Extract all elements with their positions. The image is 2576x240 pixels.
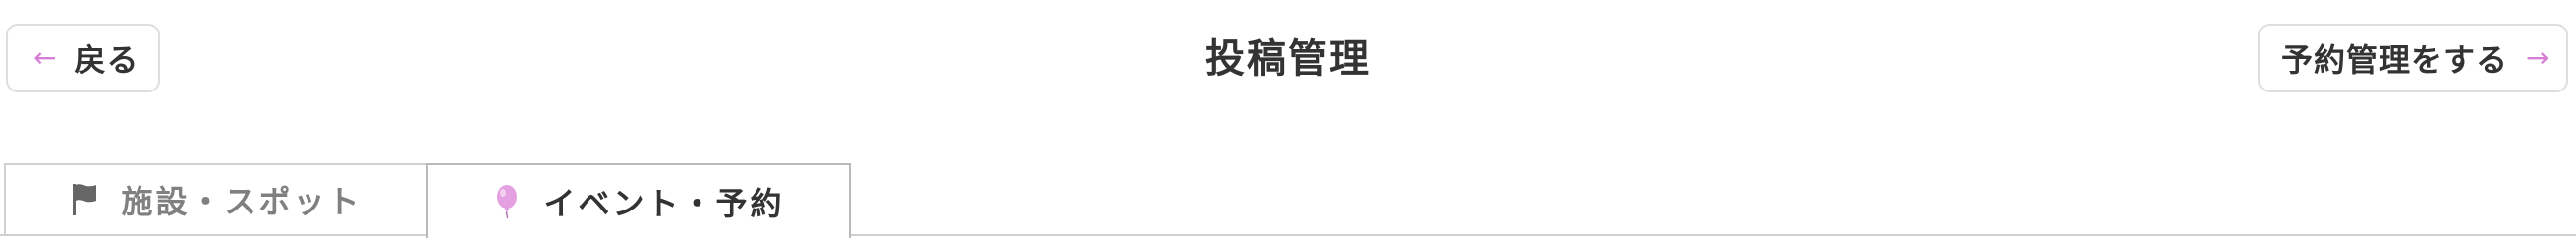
reservation-management-button[interactable]: 予約管理をする → bbox=[2258, 24, 2568, 92]
arrow-right-icon: → bbox=[2526, 41, 2549, 74]
tab-event-reservation[interactable]: イベント・予約 bbox=[426, 163, 851, 238]
page-title: 投稿管理 bbox=[1205, 36, 1371, 82]
tab-facility-spot-label: 施設・スポット bbox=[121, 183, 363, 220]
tab-event-reservation-label: イベント・予約 bbox=[543, 185, 785, 222]
post-type-tabs: 施設・スポット イベント・予約 bbox=[0, 163, 2576, 240]
flag-icon bbox=[73, 184, 97, 215]
balloon-icon bbox=[497, 185, 518, 219]
page-header: ← 戻る 投稿管理 予約管理をする → bbox=[0, 0, 2576, 128]
tab-facility-spot[interactable]: 施設・スポット bbox=[4, 163, 428, 236]
reservation-management-button-label: 予約管理をする bbox=[2281, 41, 2509, 79]
